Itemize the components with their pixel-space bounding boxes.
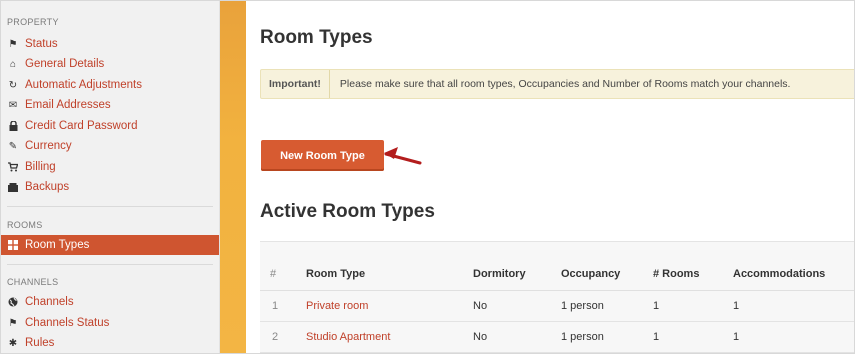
sidebar-item-label: Status <box>25 38 58 50</box>
sidebar-section-title-channels: CHANNELS <box>7 277 59 287</box>
table-row: 2 Studio Apartment No 1 person 1 1 <box>260 321 854 353</box>
grid-icon <box>7 240 19 250</box>
room-type-cell: Studio Apartment <box>305 321 472 353</box>
sidebar-item-channels-status[interactable]: ⚑ Channels Status <box>1 313 219 333</box>
decorative-band <box>220 1 246 353</box>
asterisk-icon: ✱ <box>8 337 18 349</box>
page-title: Room Types <box>260 27 373 48</box>
sidebar-item-backups[interactable]: Backups <box>1 177 219 197</box>
sidebar-item-label: Rules <box>25 337 55 349</box>
room-type-link[interactable]: Studio Apartment <box>306 331 390 343</box>
occupancy-cell: 1 person <box>560 290 652 322</box>
flag-icon: ⚑ <box>8 38 18 50</box>
table-header-row: # Room Type Dormitory Occupancy # Rooms … <box>260 258 854 291</box>
sidebar-item-label: Automatic Adjustments <box>25 79 142 91</box>
sidebar: PROPERTY ⚑ Status ⌂ General Details ↻ Au… <box>1 1 220 353</box>
rooms-cell: 1 <box>652 321 732 353</box>
accommodations-cell: 1 <box>732 290 854 322</box>
occupancy-cell: 1 person <box>560 321 652 353</box>
room-types-table: # Room Type Dormitory Occupancy # Rooms … <box>260 241 854 353</box>
alert-message: Please make sure that all room types, Oc… <box>339 78 791 90</box>
column-header-dormitory: Dormitory <box>472 258 560 291</box>
table-row: 1 Private room No 1 person 1 1 <box>260 290 854 322</box>
sidebar-section-title-property: PROPERTY <box>7 17 59 27</box>
dormitory-cell: No <box>472 321 560 353</box>
sidebar-item-label: Channels Status <box>25 317 110 329</box>
lock-icon <box>7 121 19 131</box>
edit-icon: ✎ <box>8 140 18 152</box>
sidebar-divider <box>7 264 213 265</box>
sidebar-item-automatic-adjustments[interactable]: ↻ Automatic Adjustments <box>1 75 219 95</box>
sidebar-item-credit-card-password[interactable]: Credit Card Password <box>1 116 219 136</box>
app-window: PROPERTY ⚑ Status ⌂ General Details ↻ Au… <box>0 0 855 354</box>
column-header-accommodations: Accommodations <box>732 258 854 291</box>
main-content: Room Types Important! Please make sure t… <box>246 1 854 353</box>
sidebar-item-channels[interactable]: Channels <box>1 292 219 312</box>
sidebar-item-status[interactable]: ⚑ Status <box>1 34 219 54</box>
sidebar-item-room-types[interactable]: Room Types <box>1 235 219 255</box>
accommodations-cell: 1 <box>732 321 854 353</box>
column-header-room-type: Room Type <box>305 258 472 291</box>
sidebar-item-rules[interactable]: ✱ Rules <box>1 333 219 353</box>
sidebar-divider <box>7 206 213 207</box>
new-room-type-button[interactable]: New Room Type <box>261 140 384 171</box>
globe-icon <box>7 297 19 307</box>
sidebar-item-email-addresses[interactable]: ✉ Email Addresses <box>1 95 219 115</box>
sidebar-item-label: Credit Card Password <box>25 120 138 132</box>
sidebar-item-label: Billing <box>25 161 56 173</box>
annotation-arrow-icon <box>384 147 422 165</box>
important-alert: Important! Please make sure that all roo… <box>260 69 854 99</box>
sidebar-item-billing[interactable]: Billing <box>1 157 219 177</box>
alert-label: Important! <box>261 70 330 98</box>
column-header-number: # <box>260 258 305 291</box>
sidebar-item-label: Room Types <box>25 239 90 251</box>
column-header-occupancy: Occupancy <box>560 258 652 291</box>
rooms-cell: 1 <box>652 290 732 322</box>
sidebar-item-currency[interactable]: ✎ Currency <box>1 136 219 156</box>
flag-icon: ⚑ <box>8 317 18 329</box>
row-number: 1 <box>260 290 305 322</box>
envelope-icon: ✉ <box>8 99 18 111</box>
home-icon: ⌂ <box>9 58 17 70</box>
sidebar-item-label: Backups <box>25 181 70 193</box>
active-room-types-heading: Active Room Types <box>260 201 435 222</box>
row-number: 2 <box>260 321 305 353</box>
sidebar-section-title-rooms: ROOMS <box>7 220 43 230</box>
sidebar-item-label: Channels <box>25 296 74 308</box>
cart-icon <box>7 162 19 172</box>
room-type-link[interactable]: Private room <box>306 300 368 312</box>
refresh-icon: ↻ <box>8 79 18 91</box>
sidebar-item-label: General Details <box>25 58 105 70</box>
room-type-cell: Private room <box>305 290 472 322</box>
column-header-rooms: # Rooms <box>652 258 732 291</box>
sidebar-item-general-details[interactable]: ⌂ General Details <box>1 54 219 74</box>
hdd-icon <box>7 182 19 192</box>
sidebar-item-label: Currency <box>25 140 72 152</box>
sidebar-item-label: Email Addresses <box>25 99 111 111</box>
dormitory-cell: No <box>472 290 560 322</box>
